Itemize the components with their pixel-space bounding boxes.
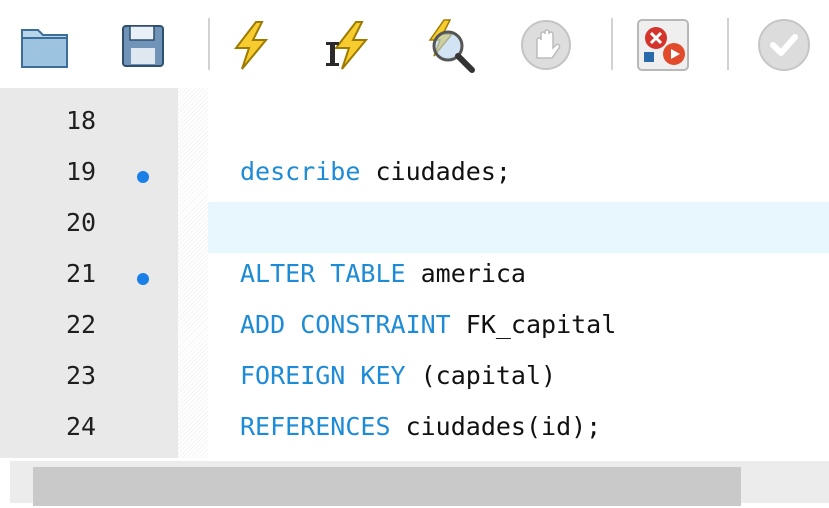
execute-button[interactable] — [222, 16, 280, 74]
line-number: 19 — [66, 157, 97, 186]
breakpoint-marker[interactable] — [137, 273, 149, 285]
save-button[interactable] — [114, 16, 172, 74]
magnifier-explain-icon — [428, 19, 475, 73]
sql-keyword: describe — [240, 157, 361, 186]
line-number: 21 — [66, 259, 97, 288]
breakpoint-marker[interactable] — [137, 171, 149, 183]
horizontal-scrollbar[interactable] — [10, 461, 829, 506]
toggle-stop-on-error-button[interactable] — [634, 16, 692, 74]
folder-open-icon — [21, 29, 68, 68]
code-line[interactable]: 20 — [0, 202, 829, 253]
toolbar-separator — [208, 18, 210, 70]
code-line[interactable]: 22 ADD CONSTRAINT FK_capital — [0, 304, 829, 355]
explain-button[interactable] — [420, 16, 478, 74]
code-text: FOREIGN KEY (capital) — [240, 361, 556, 390]
stop-button[interactable] — [517, 16, 575, 74]
code-text: ALTER TABLE america — [240, 259, 526, 288]
lightning-execute-icon — [233, 21, 269, 70]
sql-keyword: REFERENCES — [240, 412, 391, 441]
code-text: REFERENCES ciudades(id); — [240, 412, 601, 441]
sql-identifier: ciudades; — [360, 157, 511, 186]
current-line-highlight — [208, 202, 829, 253]
code-line[interactable]: 19 describe ciudades; — [0, 151, 829, 202]
code-line[interactable]: 21 ALTER TABLE america — [0, 253, 829, 304]
execute-current-button[interactable] — [320, 16, 378, 74]
toolbar-separator — [727, 18, 729, 70]
commit-button[interactable] — [752, 16, 810, 74]
line-number: 24 — [66, 412, 97, 441]
line-number: 22 — [66, 310, 97, 339]
open-file-button[interactable] — [16, 16, 74, 74]
save-icon — [122, 25, 164, 67]
hand-stop-icon — [521, 20, 571, 70]
error-toggle-icon — [637, 19, 689, 71]
sql-identifier: ciudades(id); — [390, 412, 602, 441]
toolbar-separator — [611, 18, 613, 70]
sql-keyword: ADD CONSTRAINT — [240, 310, 451, 339]
line-number: 18 — [66, 106, 97, 135]
code-line[interactable]: 18 — [0, 100, 829, 151]
sql-identifier: FK_capital — [450, 310, 617, 339]
code-text: describe ciudades; — [240, 157, 511, 186]
sql-keyword: ALTER TABLE — [240, 259, 406, 288]
lightning-cursor-icon — [326, 21, 369, 70]
code-line[interactable]: 24 REFERENCES ciudades(id); — [0, 406, 829, 457]
check-commit-icon — [758, 19, 810, 71]
line-number: 23 — [66, 361, 97, 390]
code-text: ADD CONSTRAINT FK_capital — [240, 310, 616, 339]
sql-keyword: FOREIGN KEY — [240, 361, 406, 390]
scrollbar-thumb[interactable] — [33, 467, 741, 506]
sql-identifier: america — [405, 259, 526, 288]
line-number: 20 — [66, 208, 97, 237]
code-line[interactable]: 23 FOREIGN KEY (capital) — [0, 355, 829, 406]
sql-identifier: (capital) — [405, 361, 557, 390]
sql-toolbar — [0, 0, 829, 88]
sql-editor[interactable]: 18 19 describe ciudades; 20 21 ALTER TABLE am… — [0, 88, 829, 492]
horizontal-scrollbar-area — [0, 458, 829, 506]
